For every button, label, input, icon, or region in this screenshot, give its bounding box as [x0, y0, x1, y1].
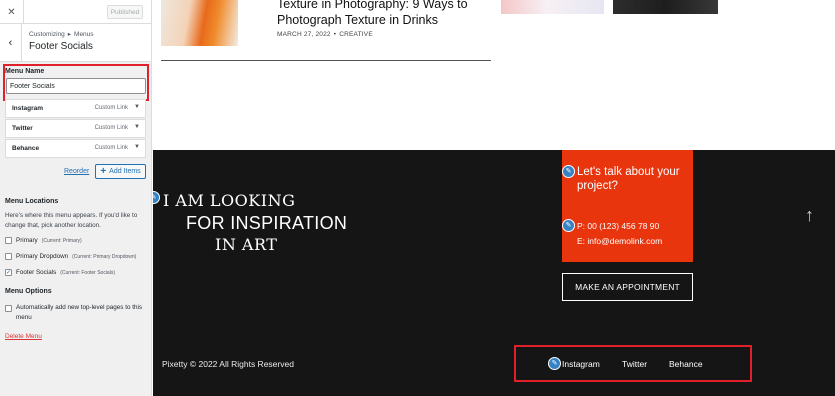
close-customizer-button[interactable]: ✕ [0, 0, 24, 24]
section-header: ‹ Customizing ▸ Menus Footer Socials [0, 24, 151, 62]
menu-item-type: Custom Link [94, 125, 128, 131]
menu-item-title: Behance [12, 145, 40, 152]
post-image[interactable] [501, 0, 604, 14]
site-footer: ✎ I AM LOOKING FOR INSPIRATION IN ART Le… [153, 150, 835, 396]
delete-menu-link[interactable]: Delete Menu [5, 333, 42, 340]
triangle-down-icon[interactable]: ▼ [134, 104, 140, 110]
post-thumbnail[interactable] [161, 0, 238, 46]
menu-name-input[interactable] [6, 78, 146, 94]
auto-add-label: Automatically add new top-level pages to… [16, 304, 143, 321]
menu-options-heading: Menu Options [5, 288, 52, 295]
add-items-button[interactable]: + Add Items [95, 164, 146, 179]
menu-item-type: Custom Link [94, 105, 128, 111]
pencil-icon[interactable]: ✎ [562, 219, 575, 232]
menu-locations-heading: Menu Locations [5, 198, 59, 205]
social-link-twitter[interactable]: Twitter [622, 359, 647, 369]
site-preview: Texture in Photography: 9 Ways to Photog… [153, 0, 835, 396]
reorder-link[interactable]: Reorder [64, 168, 89, 175]
menu-item-title: Instagram [12, 105, 44, 112]
pencil-icon[interactable]: ✎ [548, 357, 561, 370]
make-appointment-button[interactable]: MAKE AN APPOINTMENT [562, 273, 693, 301]
location-current: (Current: Primary) [41, 237, 82, 244]
location-checkbox-checked[interactable]: ✓ [5, 269, 12, 276]
customizer-sidebar: ✕ Published ‹ Customizing ▸ Menus Footer S… [0, 0, 152, 396]
location-footer-socials[interactable]: ✓ Footer Socials (Current: Footer Social… [5, 269, 115, 276]
location-checkbox[interactable] [5, 237, 12, 244]
plus-icon: + [100, 165, 107, 177]
post-date: MARCH 27, 2022 [277, 31, 331, 38]
pencil-icon[interactable]: ✎ [562, 165, 575, 178]
customizer-header: ✕ Published [0, 0, 151, 24]
menu-item-title: Twitter [12, 125, 33, 132]
triangle-down-icon[interactable]: ▼ [134, 144, 140, 150]
menu-locations-description: Here's where this menu appears. If you'd… [5, 212, 138, 229]
social-link-behance[interactable]: Behance [669, 359, 703, 369]
checkmark-icon: ✓ [5, 269, 12, 276]
cta-heading: Let's talk about your project? [577, 166, 680, 192]
post-category[interactable]: CREATIVE [339, 31, 373, 38]
post-image[interactable] [613, 0, 718, 14]
location-label: Footer Socials [16, 269, 57, 276]
post-title[interactable]: Texture in Photography: 9 Ways to Photog… [277, 0, 477, 28]
publish-button[interactable]: Published [107, 5, 143, 19]
post-divider [161, 60, 491, 61]
pencil-icon[interactable]: ✎ [153, 191, 160, 204]
menu-item-twitter[interactable]: Twitter Custom Link ▼ [5, 119, 146, 138]
location-current: (Current: Footer Socials) [60, 269, 115, 276]
scroll-to-top-button[interactable]: ↑ [805, 205, 814, 226]
social-link-instagram[interactable]: Instagram [562, 359, 600, 369]
cta-phone[interactable]: P: 00 (123) 456 78 90 [577, 221, 659, 231]
breadcrumb-parent: Menus [74, 31, 94, 38]
cta-email[interactable]: E: info@demolink.com [577, 236, 662, 246]
post-meta: MARCH 27, 2022 • CREATIVE [277, 31, 373, 38]
menu-item-instagram[interactable]: Instagram Custom Link ▼ [5, 99, 146, 118]
footer-tagline-line: I AM LOOKING [163, 191, 296, 210]
close-icon: ✕ [7, 6, 16, 18]
section-title: Footer Socials [29, 41, 93, 52]
location-current: (Current: Primary Dropdown) [72, 253, 137, 260]
breadcrumb-separator: ▸ [67, 31, 72, 38]
location-checkbox[interactable] [5, 253, 12, 260]
menu-name-label: Menu Name [5, 68, 45, 75]
contact-cta-box: Let's talk about your project? P: 00 (12… [562, 150, 693, 262]
location-label: Primary Dropdown [16, 253, 69, 260]
triangle-down-icon[interactable]: ▼ [134, 124, 140, 130]
menu-item-type: Custom Link [94, 145, 128, 151]
footer-tagline-line: FOR INSPIRATION [186, 213, 348, 233]
arrow-up-icon: ↑ [805, 205, 814, 225]
menu-item-behance[interactable]: Behance Custom Link ▼ [5, 139, 146, 158]
add-items-label: Add Items [109, 168, 141, 175]
auto-add-option[interactable]: Automatically add new top-level pages to… [5, 303, 145, 323]
breadcrumb-root: Customizing [29, 31, 65, 38]
location-primary-dropdown[interactable]: Primary Dropdown (Current: Primary Dropd… [5, 253, 136, 260]
back-button[interactable]: ‹ [0, 24, 22, 62]
location-label: Primary [16, 237, 38, 244]
chevron-left-icon: ‹ [8, 37, 13, 49]
auto-add-checkbox[interactable] [5, 305, 12, 312]
breadcrumb: Customizing ▸ Menus [29, 30, 94, 38]
footer-tagline-line: IN ART [215, 235, 278, 254]
meta-separator: • [333, 31, 337, 38]
location-primary[interactable]: Primary (Current: Primary) [5, 237, 82, 244]
copyright-text: Pixetty © 2022 All Rights Reserved [162, 359, 294, 369]
